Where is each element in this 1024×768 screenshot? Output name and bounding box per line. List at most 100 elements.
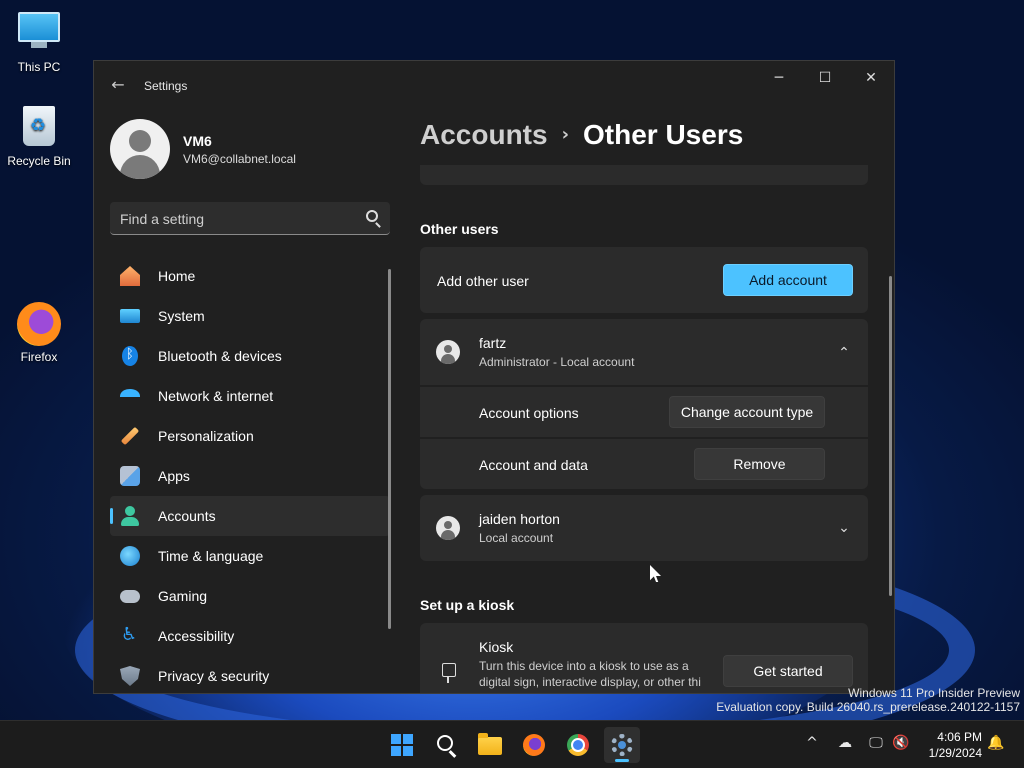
sidebar-item-label: Apps	[158, 468, 190, 484]
back-arrow-icon[interactable]: ←	[108, 75, 128, 95]
breadcrumb-parent[interactable]: Accounts	[420, 119, 548, 150]
tray-overflow-chevron-icon[interactable]: ^	[802, 735, 822, 751]
user-card-jaiden-horton[interactable]: jaiden horton Local account ⌄	[420, 495, 868, 561]
sidebar-item-system[interactable]: System	[110, 296, 390, 336]
sidebar-item-label: System	[158, 308, 205, 324]
globe-icon	[120, 546, 140, 566]
taskbar-chrome[interactable]	[560, 727, 596, 763]
system-icon	[120, 309, 140, 323]
add-other-user-label: Add other user	[437, 273, 529, 289]
search-input[interactable]	[120, 209, 350, 228]
firefox-icon	[17, 302, 61, 346]
brush-icon	[120, 426, 140, 446]
window-title: Settings	[144, 79, 188, 93]
user-avatar-icon	[436, 340, 460, 364]
breadcrumb: Accounts › Other Users	[420, 119, 743, 151]
section-title-other-users: Other users	[420, 221, 499, 237]
sidebar-item-accounts[interactable]: Accounts	[110, 496, 390, 536]
onedrive-icon[interactable]: ☁	[835, 735, 855, 751]
recycle-bin-icon	[17, 106, 61, 150]
sidebar-item-label: Personalization	[158, 428, 254, 444]
taskbar-settings[interactable]	[604, 727, 640, 763]
taskbar: ^ ☁ 🖵 🔇 4:06 PM 1/29/2024 🔔	[0, 720, 1024, 768]
sidebar-item-network[interactable]: Network & internet	[110, 376, 390, 416]
sidebar-item-apps[interactable]: Apps	[110, 456, 390, 496]
watermark-line-2: Evaluation copy. Build 26040.rs_prerelea…	[716, 700, 1020, 714]
title-bar[interactable]: ← Settings ─ ☐ ✕	[94, 61, 894, 111]
watermark-line-1: Windows 11 Pro Insider Preview	[848, 686, 1020, 700]
network-icon[interactable]: 🖵	[866, 735, 886, 751]
page-title: Other Users	[583, 119, 744, 150]
change-account-type-button[interactable]: Change account type	[669, 396, 825, 428]
taskbar-search-button[interactable]	[428, 727, 464, 763]
clock-date: 1/29/2024	[928, 746, 982, 760]
desktop-icon-label: Recycle Bin	[7, 154, 71, 168]
taskbar-file-explorer[interactable]	[472, 727, 508, 763]
start-button[interactable]	[384, 727, 420, 763]
gear-icon	[611, 734, 633, 756]
account-and-data-row: Account and data Remove	[420, 439, 868, 489]
account-and-data-label: Account and data	[479, 457, 588, 473]
sidebar-item-privacy[interactable]: Privacy & security	[110, 656, 390, 693]
maximize-button[interactable]: ☐	[802, 61, 848, 95]
desktop-icon-this-pc[interactable]: This PC	[3, 10, 75, 74]
desktop-icon-recycle-bin[interactable]: Recycle Bin	[3, 106, 75, 168]
search-icon	[437, 735, 453, 751]
desktop-icon-firefox[interactable]: Firefox	[3, 302, 75, 364]
sidebar-item-accessibility[interactable]: Accessibility	[110, 616, 390, 656]
close-button[interactable]: ✕	[848, 61, 894, 95]
sidebar-nav: Home System Bluetooth & devices Network …	[110, 256, 390, 693]
remove-button[interactable]: Remove	[694, 448, 825, 480]
get-started-button[interactable]: Get started	[723, 655, 853, 687]
desktop-icon-label: This PC	[17, 60, 61, 74]
settings-window: ← Settings ─ ☐ ✕ VM6 VM6@collabnet.local…	[93, 60, 895, 694]
previous-card-edge	[420, 165, 868, 185]
sidebar-item-bluetooth[interactable]: Bluetooth & devices	[110, 336, 390, 376]
user-name: fartz	[479, 335, 507, 351]
user-subtitle: Local account	[479, 531, 554, 545]
volume-muted-icon[interactable]: 🔇	[891, 735, 911, 751]
kiosk-title: Kiosk	[479, 639, 514, 655]
taskbar-firefox[interactable]	[516, 727, 552, 763]
sidebar-item-label: Bluetooth & devices	[158, 348, 282, 364]
kiosk-icon	[440, 663, 456, 683]
kiosk-description: Turn this device into a kiosk to use as …	[479, 659, 701, 689]
account-options-label: Account options	[479, 405, 579, 421]
sidebar-scrollbar[interactable]	[388, 269, 391, 629]
firefox-icon	[523, 734, 545, 756]
account-options-row: Account options Change account type	[420, 387, 868, 437]
home-icon	[120, 266, 140, 286]
chevron-up-icon[interactable]: ⌃	[838, 346, 850, 360]
monitor-icon	[17, 12, 61, 56]
search-icon[interactable]	[366, 210, 378, 222]
wifi-icon	[120, 389, 140, 403]
main-content: Other users Add other user Add account f…	[420, 165, 870, 693]
profile-name: VM6	[183, 133, 212, 149]
sidebar-item-label: Privacy & security	[158, 668, 270, 684]
clock[interactable]: 4:06 PM 1/29/2024	[918, 729, 982, 761]
clock-time: 4:06 PM	[937, 730, 982, 744]
sidebar-item-gaming[interactable]: Gaming	[110, 576, 390, 616]
sidebar-item-label: Accounts	[158, 508, 216, 524]
sidebar-item-personalization[interactable]: Personalization	[110, 416, 390, 456]
content-scrollbar[interactable]	[889, 276, 892, 596]
desktop-icon-label: Firefox	[20, 350, 58, 364]
find-setting-box[interactable]	[110, 202, 390, 235]
minimize-button[interactable]: ─	[756, 61, 802, 95]
avatar	[110, 119, 170, 179]
user-avatar-icon	[436, 516, 460, 540]
user-card-fartz[interactable]: fartz Administrator - Local account ⌃	[420, 319, 868, 385]
chevron-down-icon[interactable]: ⌄	[838, 521, 850, 535]
add-account-button[interactable]: Add account	[723, 264, 853, 296]
shield-icon	[120, 666, 140, 686]
notification-bell-icon[interactable]: 🔔	[986, 735, 1006, 751]
windows-logo-icon	[391, 734, 413, 756]
sidebar-item-time-language[interactable]: Time & language	[110, 536, 390, 576]
controller-icon	[120, 589, 140, 603]
sidebar-item-home[interactable]: Home	[110, 256, 390, 296]
sidebar-item-label: Time & language	[158, 548, 264, 564]
add-other-user-card: Add other user Add account	[420, 247, 868, 313]
user-profile[interactable]: VM6 VM6@collabnet.local	[110, 119, 390, 179]
evaluation-watermark: Windows 11 Pro Insider Preview Evaluatio…	[716, 686, 1020, 714]
sidebar-item-label: Accessibility	[158, 628, 235, 644]
